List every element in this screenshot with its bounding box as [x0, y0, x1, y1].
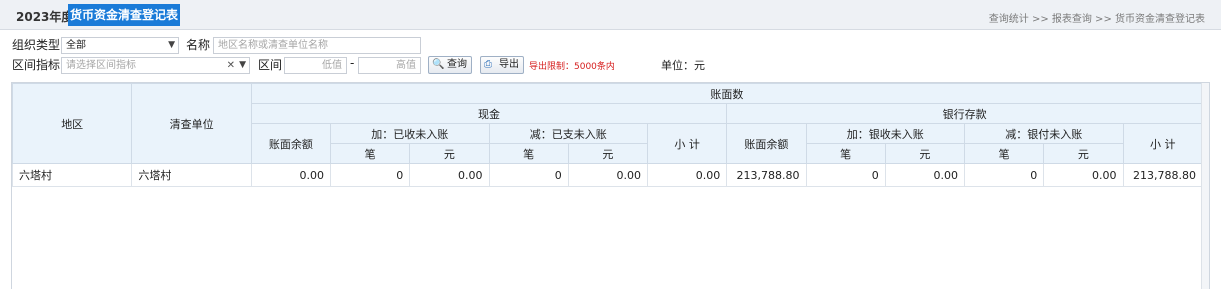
- col-header-bank-sub: 减：银付未入账: [964, 123, 1124, 144]
- col-header-yuan: 元: [409, 143, 490, 164]
- col-header-cash-subtotal: 小 计: [647, 123, 728, 164]
- col-header-yuan: 元: [1043, 143, 1124, 164]
- col-header-bank-balance: 账面余额: [726, 123, 807, 164]
- chevron-down-icon: ▼: [168, 40, 175, 50]
- range-index-select[interactable]: 请选择区间指标 ✕ ▼: [61, 57, 250, 74]
- col-header-cash-add: 加：已收未入账: [330, 123, 490, 144]
- name-input[interactable]: 地区名称或清查单位名称: [213, 37, 421, 54]
- cell-cash-subtotal: 0.00: [647, 163, 728, 187]
- range-index-label: 区间指标: [12, 58, 61, 72]
- query-button-label: 查询: [447, 59, 467, 70]
- filter-panel: 组织类型 全部 ▼ 名称 地区名称或清查单位名称 区间指标 请选择区间指标 ✕ …: [0, 34, 1221, 78]
- cell-bank-add-yuan: 0.00: [884, 163, 966, 187]
- export-limit-note: 导出限制：5000条内: [529, 62, 615, 72]
- report-year: 2023年度: [16, 10, 74, 24]
- cell-bank-add-bi: 0: [805, 163, 886, 187]
- cell-cash-balance: 0.00: [250, 163, 332, 187]
- col-header-cash: 现金: [250, 103, 728, 124]
- cell-cash-add-bi: 0: [330, 163, 411, 187]
- org-type-label: 组织类型: [12, 38, 61, 52]
- name-label: 名称: [186, 38, 211, 52]
- data-grid: 地区 清查单位 账面数 现金 银行存款 账面余额 加：已收未入账 减：已支未入账…: [11, 82, 1210, 289]
- page-title: 货币资金清查登记表: [68, 4, 181, 26]
- vertical-scrollbar[interactable]: [1201, 83, 1209, 289]
- cell-bank-sub-bi: 0: [964, 163, 1045, 187]
- cell-cash-sub-yuan: 0.00: [567, 163, 649, 187]
- range-index-placeholder: 请选择区间指标: [66, 60, 136, 71]
- clear-x-icon[interactable]: ✕: [227, 58, 235, 73]
- col-header-bi: 笔: [805, 143, 886, 164]
- cell-bank-balance: 213,788.80: [726, 163, 807, 187]
- table-row[interactable]: 六塔村 六塔村 0.00 0 0.00 0 0.00 0.00 213,788.…: [12, 163, 1204, 187]
- col-header-bi: 笔: [330, 143, 411, 164]
- title-bar: 2023年度 货币资金清查登记表 查询统计 >> 报表查询 >> 货币资金清查登…: [0, 0, 1221, 30]
- cell-cash-add-yuan: 0.00: [409, 163, 490, 187]
- cell-bank-sub-yuan: 0.00: [1043, 163, 1124, 187]
- col-header-cash-sub: 减：已支未入账: [488, 123, 649, 144]
- cell-unit: 六塔村: [131, 163, 252, 187]
- col-header-bi: 笔: [488, 143, 569, 164]
- range-low-input[interactable]: 低值: [284, 57, 347, 74]
- breadcrumb[interactable]: 查询统计 >> 报表查询 >> 货币资金清查登记表: [989, 10, 1205, 25]
- col-header-bank: 银行存款: [726, 103, 1203, 124]
- org-type-value: 全部: [66, 40, 86, 51]
- col-header-yuan: 元: [567, 143, 649, 164]
- unit-text: 单位：元: [661, 59, 705, 72]
- org-type-select[interactable]: 全部 ▼: [61, 37, 179, 54]
- col-header-bank-add: 加：银收未入账: [805, 123, 966, 144]
- col-header-bank-subtotal: 小 计: [1122, 123, 1204, 164]
- chevron-down-icon: ▼: [239, 60, 246, 70]
- printer-export-icon: ⎙: [484, 59, 492, 70]
- range-separator: -: [350, 56, 355, 70]
- range-high-input[interactable]: 高值: [358, 57, 421, 74]
- export-button-label: 导出: [499, 59, 519, 70]
- cell-cash-sub-bi: 0: [488, 163, 569, 187]
- col-header-region[interactable]: 地区: [12, 83, 133, 164]
- search-icon: 🔍: [432, 59, 445, 70]
- col-header-book-count: 账面数: [250, 83, 1204, 104]
- cell-bank-subtotal: 213,788.80: [1122, 163, 1204, 187]
- range-label: 区间: [258, 58, 283, 72]
- col-header-cash-balance: 账面余额: [250, 123, 332, 164]
- col-header-unit[interactable]: 清查单位: [131, 83, 252, 164]
- col-header-bi: 笔: [964, 143, 1045, 164]
- query-button[interactable]: 🔍 查询: [428, 56, 472, 74]
- col-header-yuan: 元: [884, 143, 966, 164]
- export-button[interactable]: ⎙ 导出: [480, 56, 524, 74]
- cell-region: 六塔村: [12, 163, 133, 187]
- report-table: 地区 清查单位 账面数 现金 银行存款 账面余额 加：已收未入账 减：已支未入账…: [12, 83, 1204, 187]
